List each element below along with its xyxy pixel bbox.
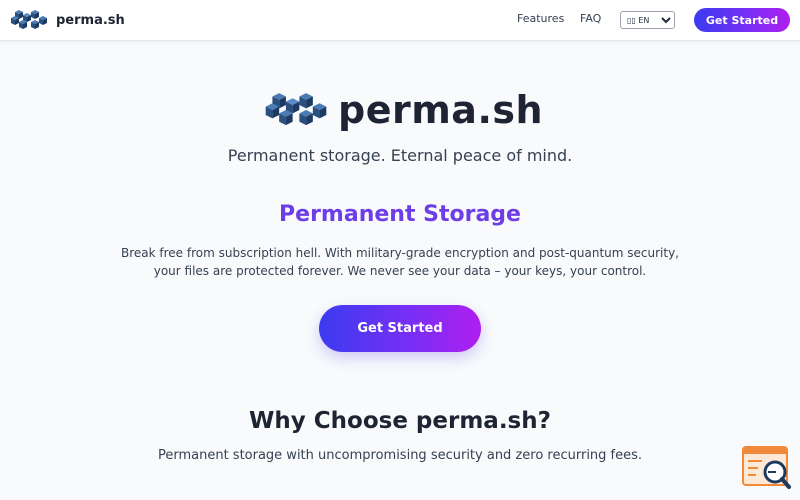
nav-get-started-button[interactable]: Get Started (694, 8, 790, 32)
search-window-icon (742, 446, 791, 489)
brand-link[interactable]: perma.sh (10, 8, 125, 32)
hero-get-started-button[interactable]: Get Started (319, 305, 481, 352)
section-title-permanent-storage: Permanent Storage (279, 202, 521, 227)
nav-link-features[interactable]: Features (517, 12, 564, 25)
cube-cluster-logo-icon (11, 10, 47, 29)
hero-logo: perma.sh (264, 88, 543, 132)
hero-description: Break free from subscription hell. With … (121, 246, 679, 278)
hero-tagline: Permanent storage. Eternal peace of mind… (227, 146, 573, 165)
why-section-title: Why Choose perma.sh? (249, 408, 551, 434)
language-select[interactable]: ▯▯ EN (620, 11, 675, 29)
hero-brand-name: perma.sh (338, 88, 544, 132)
cube-cluster-logo-icon (265, 93, 327, 126)
brand-name: perma.sh (56, 12, 125, 28)
floating-search-widget[interactable] (742, 446, 792, 490)
why-section-subtitle: Permanent storage with uncompromising se… (157, 448, 643, 463)
nav-link-faq[interactable]: FAQ (580, 12, 601, 25)
top-navbar: perma.sh Features FAQ ▯▯ EN Get Started (0, 0, 800, 41)
